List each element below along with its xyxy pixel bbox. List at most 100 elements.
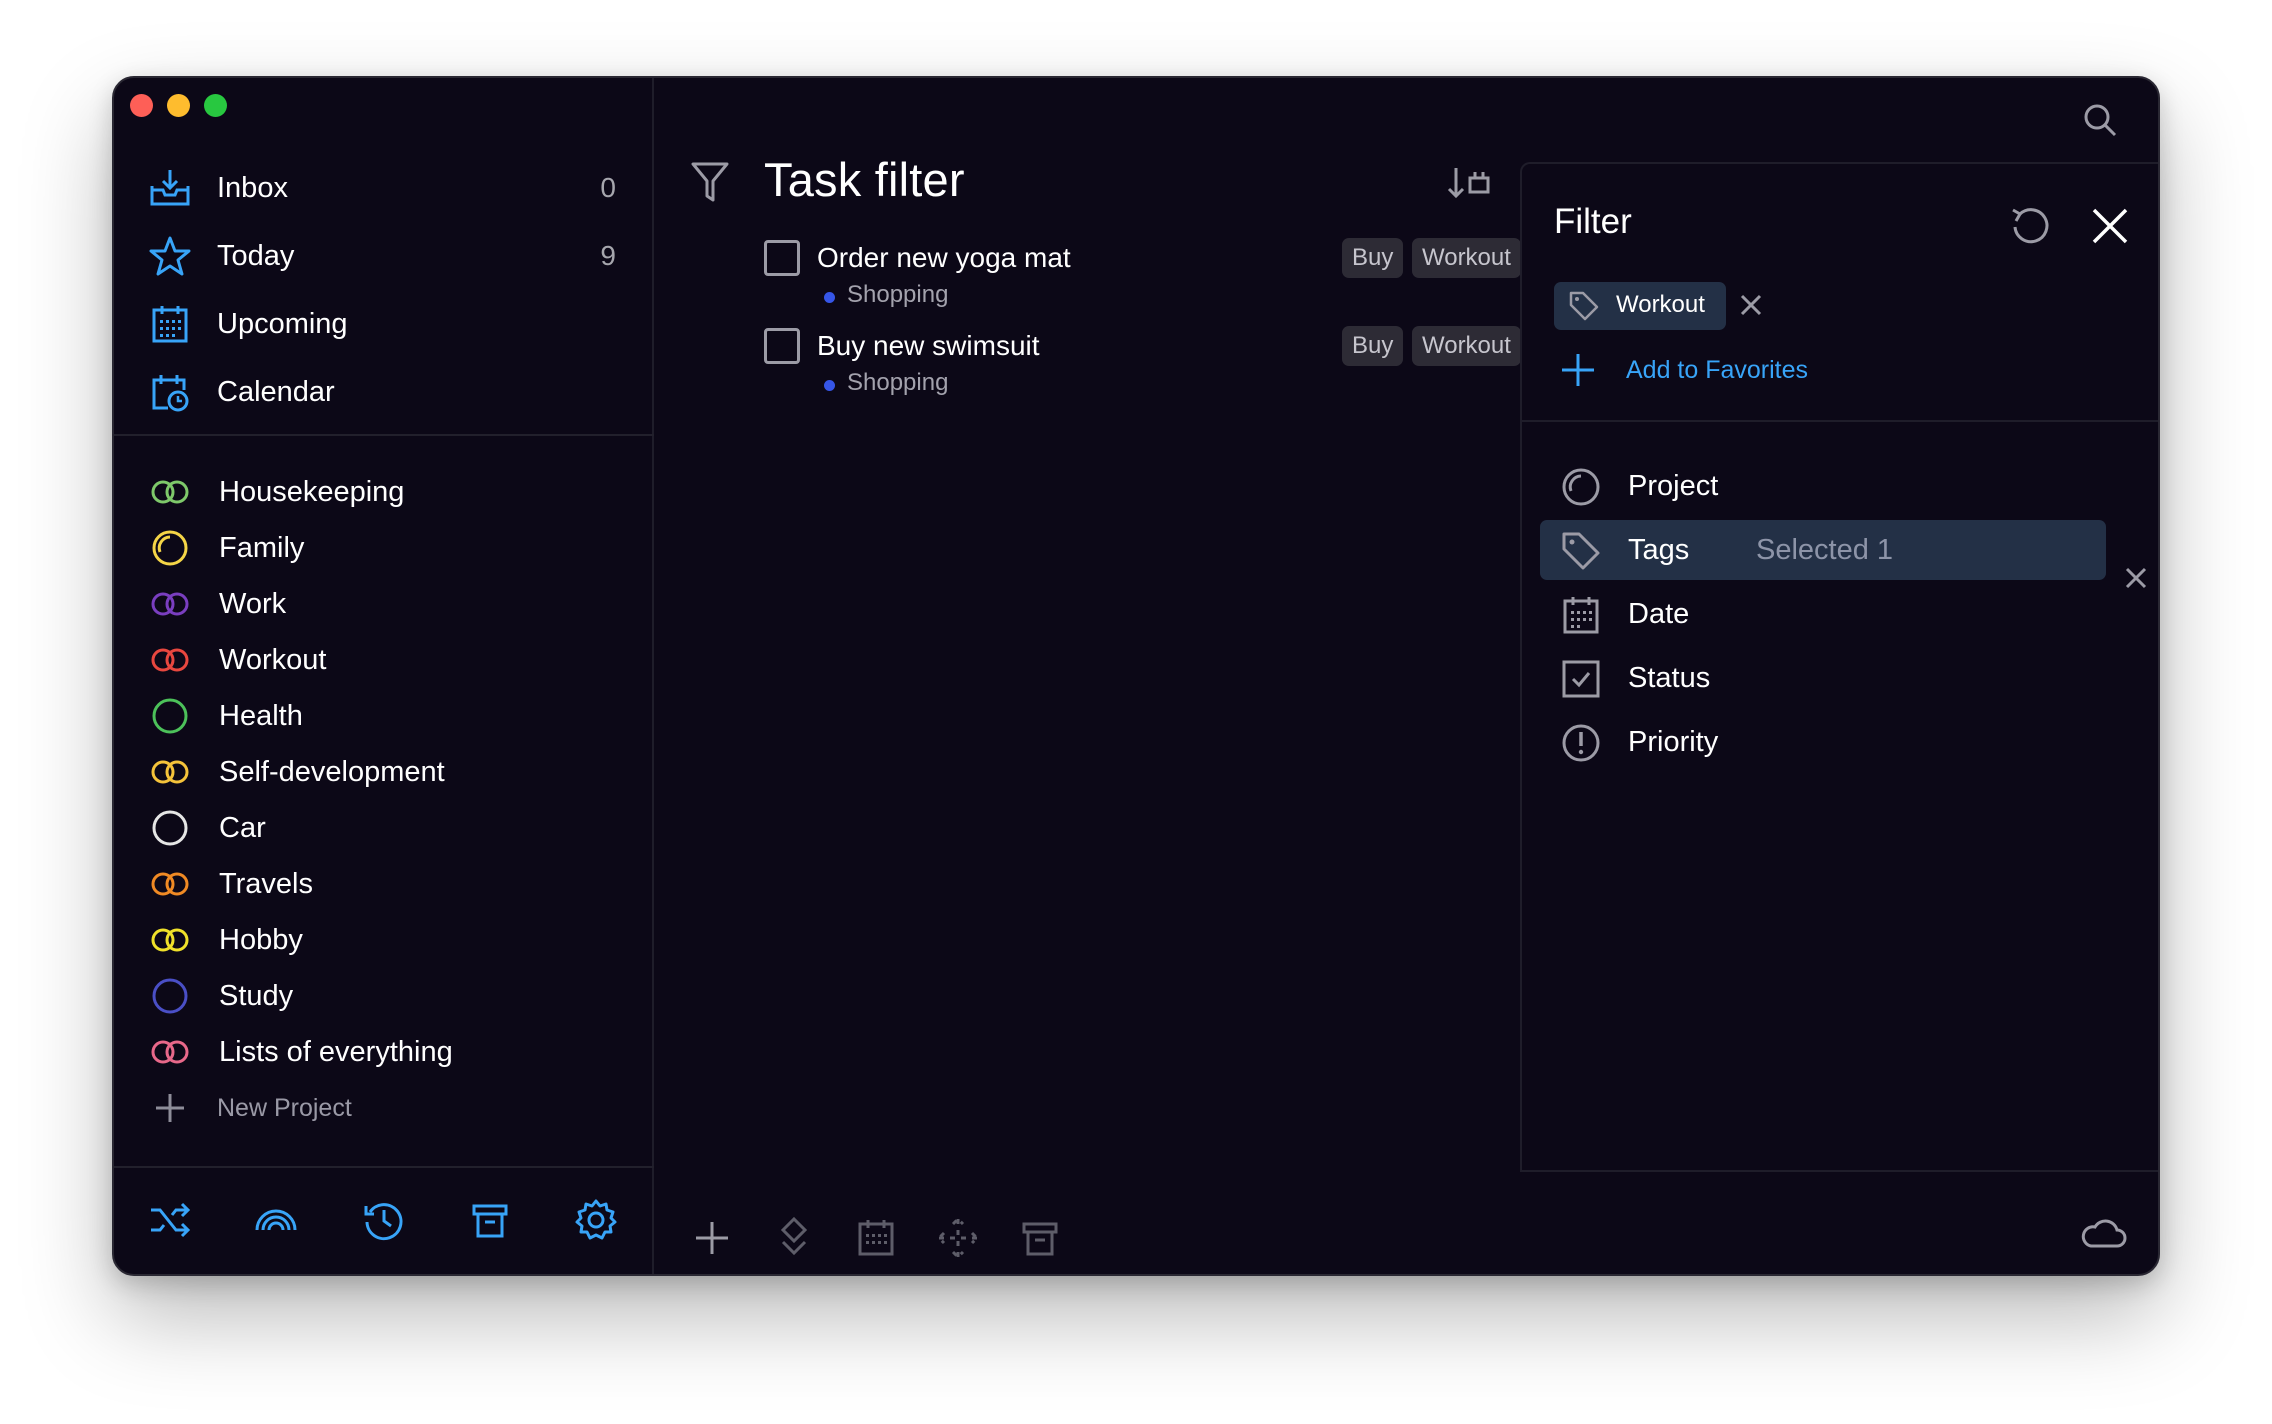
filter-icon xyxy=(691,162,729,202)
tag-chip[interactable]: Workout xyxy=(1412,238,1521,278)
project-hobby[interactable]: Hobby xyxy=(114,914,652,966)
tag-chip[interactable]: Buy xyxy=(1342,326,1404,366)
project-label: Family xyxy=(219,531,305,564)
sidebar-item-inbox[interactable]: Inbox 0 xyxy=(114,156,652,220)
project-car[interactable]: Car xyxy=(114,802,652,854)
trash-icon[interactable] xyxy=(468,1198,512,1242)
priority-icon[interactable] xyxy=(772,1216,816,1260)
filter-row-label: Date xyxy=(1628,598,1690,630)
double-ring-icon xyxy=(151,872,189,896)
project-health[interactable]: Health xyxy=(114,690,652,742)
close-icon[interactable] xyxy=(2088,204,2132,248)
project-self-development[interactable]: Self-development xyxy=(114,746,652,798)
plus-icon[interactable] xyxy=(1558,350,1598,390)
sidebar-item-label: Inbox xyxy=(217,171,288,204)
task-checkbox[interactable] xyxy=(764,328,800,364)
calendar-clock-icon xyxy=(152,375,189,412)
task-checkbox[interactable] xyxy=(764,240,800,276)
shuffle-icon[interactable] xyxy=(148,1198,192,1242)
inbox-icon xyxy=(150,170,190,206)
plus-icon xyxy=(156,1094,184,1122)
checkbox-icon xyxy=(1562,660,1600,698)
project-travels[interactable]: Travels xyxy=(114,858,652,910)
filter-row-label: Priority xyxy=(1628,726,1719,758)
sort-icon[interactable] xyxy=(1444,164,1492,204)
sidebar-item-label: Today xyxy=(217,239,295,272)
calendar-view-button[interactable] xyxy=(2148,88,2158,152)
circle-progress-icon xyxy=(152,530,188,566)
trash-icon[interactable] xyxy=(1018,1216,1062,1260)
task-item[interactable]: Order new yoga mat Shopping Buy Workout xyxy=(654,238,1521,330)
filter-row-status[interactable]: Status xyxy=(1540,648,2106,708)
project-label: Housekeeping xyxy=(219,475,405,508)
project-label: Health xyxy=(219,699,303,732)
sidebar-item-today[interactable]: Today 9 xyxy=(114,224,652,288)
filter-row-label: Project xyxy=(1628,470,1719,502)
task-title: Buy new swimsuit xyxy=(817,330,1040,361)
priority-icon xyxy=(1562,724,1600,762)
tag-icon xyxy=(1562,532,1600,570)
project-workout[interactable]: Workout xyxy=(114,634,652,686)
calendar-icon xyxy=(1563,597,1599,634)
app-window: Inbox 0 Today 9 Upcoming Calendar Housek… xyxy=(112,76,2160,1276)
task-project: Shopping xyxy=(847,281,949,308)
project-icon xyxy=(1562,468,1600,506)
active-tag-label: Workout xyxy=(1616,291,1705,318)
project-housekeeping[interactable]: Housekeeping xyxy=(114,466,652,518)
active-tag-chip[interactable]: Workout xyxy=(1554,282,1726,330)
project-work[interactable]: Work xyxy=(114,578,652,630)
tag-chip[interactable]: Buy xyxy=(1342,238,1404,278)
task-item[interactable]: Buy new swimsuit Shopping Buy Workout xyxy=(654,326,1521,418)
project-label: Travels xyxy=(219,867,313,900)
sidebar-item-label: Upcoming xyxy=(217,307,348,340)
settings-icon[interactable] xyxy=(574,1198,618,1242)
history-icon[interactable] xyxy=(362,1198,406,1242)
calendar-grid-icon xyxy=(152,306,188,343)
add-to-favorites-link[interactable]: Add to Favorites xyxy=(1626,356,1808,385)
cloud-sync-icon[interactable] xyxy=(2079,1214,2127,1254)
sidebar-item-label: Calendar xyxy=(217,375,335,408)
move-icon[interactable] xyxy=(936,1216,980,1260)
double-ring-icon xyxy=(151,1040,189,1064)
clear-tags-icon[interactable] xyxy=(2120,562,2152,594)
filter-title: Filter xyxy=(1554,202,1632,241)
project-label: Lists of everything xyxy=(219,1035,453,1068)
project-dot xyxy=(824,380,835,391)
sidebar: Inbox 0 Today 9 Upcoming Calendar Housek… xyxy=(114,78,654,1274)
double-ring-icon xyxy=(151,648,189,672)
double-ring-icon xyxy=(151,480,189,504)
double-ring-icon xyxy=(151,760,189,784)
sidebar-divider xyxy=(114,434,654,436)
remove-tag-icon[interactable] xyxy=(1734,288,1768,322)
search-icon xyxy=(2084,104,2117,137)
filter-row-label: Tags xyxy=(1628,534,1690,566)
tag-icon xyxy=(1569,291,1599,321)
project-dot xyxy=(824,292,835,303)
project-lists-of-everything[interactable]: Lists of everything xyxy=(114,1026,652,1078)
rainbow-icon[interactable] xyxy=(254,1198,298,1242)
filter-row-priority[interactable]: Priority xyxy=(1540,712,2106,772)
calendar-icon[interactable] xyxy=(854,1216,898,1260)
circle-icon xyxy=(152,810,188,846)
new-project-button[interactable]: New Project xyxy=(114,1082,652,1134)
filter-row-project[interactable]: Project xyxy=(1540,456,2106,516)
double-ring-icon xyxy=(151,928,189,952)
search-button[interactable] xyxy=(2068,88,2132,152)
project-study[interactable]: Study xyxy=(114,970,652,1022)
filter-row-tags[interactable]: Tags Selected 1 xyxy=(1540,520,2106,580)
plus-icon[interactable] xyxy=(690,1216,734,1260)
sidebar-item-calendar[interactable]: Calendar xyxy=(114,360,652,424)
star-icon xyxy=(149,236,191,276)
new-project-label: New Project xyxy=(217,1093,352,1122)
project-label: Work xyxy=(219,587,287,620)
project-label: Self-development xyxy=(219,755,445,788)
tag-chip[interactable]: Workout xyxy=(1412,326,1521,366)
filter-row-date[interactable]: Date xyxy=(1540,584,2106,644)
circle-icon xyxy=(152,978,188,1014)
sidebar-item-upcoming[interactable]: Upcoming xyxy=(114,292,652,356)
project-family[interactable]: Family xyxy=(114,522,652,574)
inbox-count: 0 xyxy=(600,172,616,203)
reset-icon[interactable] xyxy=(2006,202,2056,252)
page-title: Task filter xyxy=(764,153,965,206)
filter-divider xyxy=(1522,420,2158,422)
